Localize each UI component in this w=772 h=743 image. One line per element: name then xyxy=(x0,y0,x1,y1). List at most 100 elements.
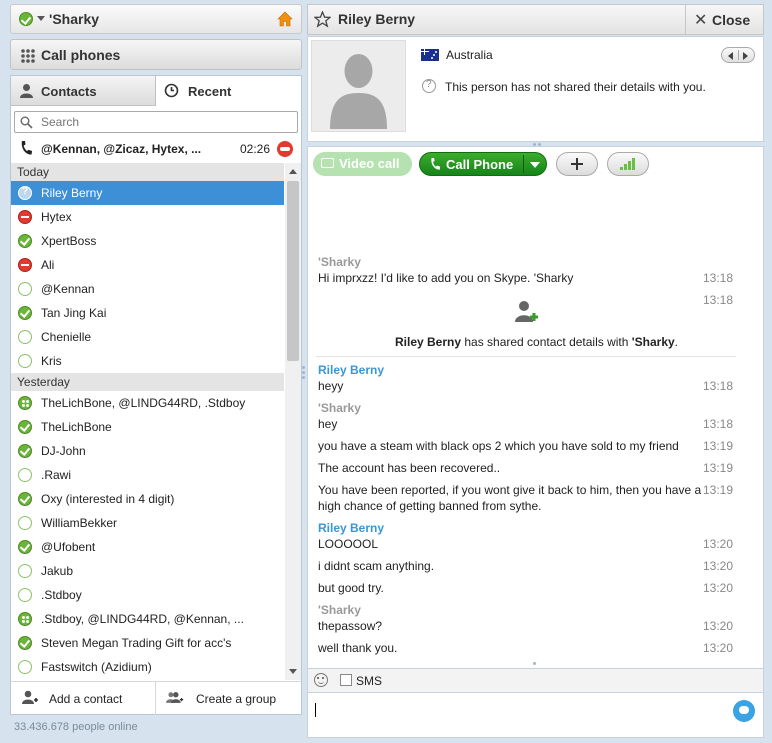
list-item[interactable]: .Rawi xyxy=(11,463,284,487)
call-phone-button[interactable]: Call Phone xyxy=(419,152,547,176)
message-time: 13:19 xyxy=(703,439,734,453)
online-status-icon[interactable] xyxy=(19,12,33,26)
contact-name: Steven Megan Trading Gift for acc's xyxy=(41,636,232,650)
splitter-handle-dot[interactable] xyxy=(302,376,305,379)
offline-status-icon xyxy=(18,516,32,530)
video-call-button[interactable]: Video call xyxy=(313,152,412,176)
list-item[interactable]: Jakub xyxy=(11,559,284,583)
arrow-right-icon[interactable] xyxy=(743,52,748,60)
splitter-handle-dot[interactable] xyxy=(302,371,305,374)
list-item[interactable]: XpertBoss xyxy=(11,229,284,253)
list-item[interactable]: DJ-John xyxy=(11,439,284,463)
splitter-handle[interactable] xyxy=(302,366,305,369)
active-call-row[interactable]: @Kennan, @Zicaz, Hytex, ... 02:26 xyxy=(11,137,301,161)
video-camera-icon xyxy=(321,158,334,168)
message-text: hey xyxy=(318,417,338,431)
online-status-icon xyxy=(18,306,32,320)
australia-flag-icon xyxy=(421,49,439,61)
close-button[interactable]: ✕ Close xyxy=(685,5,763,34)
list-item[interactable]: @Ufobent xyxy=(11,535,284,559)
message-text: You have been reported, if you wont give… xyxy=(318,483,702,497)
arrow-left-icon[interactable] xyxy=(728,52,733,60)
message-sender: 'Sharky xyxy=(318,255,361,269)
chevron-down-icon[interactable] xyxy=(530,162,540,168)
dnd-status-icon xyxy=(18,210,32,224)
home-icon[interactable] xyxy=(277,11,293,27)
call-quality-button[interactable] xyxy=(607,152,649,176)
divider xyxy=(316,356,736,357)
contact-profile: Australia This person has not shared the… xyxy=(307,36,764,142)
recent-contacts-list[interactable]: Today Riley Berny Hytex XpertBoss Ali @Kennan… xyxy=(11,163,301,680)
emoticon-icon[interactable] xyxy=(314,673,328,687)
tab-recent[interactable]: Recent xyxy=(156,76,301,106)
call-phone-label: Call Phone xyxy=(446,157,514,172)
shared-with-name: 'Sharky xyxy=(631,335,675,349)
dnd-status-icon xyxy=(18,258,32,272)
hang-up-icon[interactable] xyxy=(277,141,293,157)
create-group-button[interactable]: Create a group xyxy=(156,682,301,715)
list-item[interactable]: Fastswitch (Azidium) xyxy=(11,655,284,679)
list-item[interactable]: .Stdboy xyxy=(11,583,284,607)
message-time: 13:20 xyxy=(703,641,734,655)
list-item[interactable]: TheLichBone xyxy=(11,415,284,439)
list-item[interactable]: Steven Megan Trading Gift for acc's xyxy=(11,631,284,655)
input-splitter-dot[interactable] xyxy=(533,662,536,665)
chat-history[interactable]: 'Sharky Hi imprxzz! I'd like to add you … xyxy=(307,180,764,668)
list-item[interactable]: Oxy (interested in 4 digit) xyxy=(11,487,284,511)
profile-nav-arrows[interactable] xyxy=(721,47,755,63)
list-item[interactable]: Ali xyxy=(11,253,284,277)
message-time: 13:18 xyxy=(703,271,734,285)
phone-icon xyxy=(21,141,32,155)
group-status-icon xyxy=(18,396,32,410)
favorite-star-icon[interactable] xyxy=(314,11,331,28)
contact-list-scrollbar[interactable] xyxy=(285,163,301,680)
contact-name: Tan Jing Kai xyxy=(41,306,107,320)
list-item[interactable]: Hytex xyxy=(11,205,284,229)
message-input[interactable] xyxy=(307,692,764,738)
offline-status-icon xyxy=(18,282,32,296)
contact-name: .Stdboy xyxy=(41,588,82,602)
close-icon: ✕ xyxy=(694,12,708,29)
conversation-title: Riley Berny xyxy=(338,11,416,27)
send-message-icon[interactable] xyxy=(733,700,755,722)
user-status-bar[interactable]: 'Sharky xyxy=(10,4,302,34)
search-box[interactable] xyxy=(14,111,298,133)
offline-status-icon xyxy=(18,354,32,368)
message-time: 13:20 xyxy=(703,581,734,595)
message-time: 13:20 xyxy=(703,619,734,633)
scroll-down-icon[interactable] xyxy=(289,669,297,674)
create-group-label: Create a group xyxy=(196,692,277,706)
search-input[interactable] xyxy=(41,114,291,130)
privacy-note: This person has not shared their details… xyxy=(445,80,706,94)
scroll-up-icon[interactable] xyxy=(289,169,297,174)
list-item[interactable]: @Kennan xyxy=(11,277,284,301)
conversation-header: Riley Berny ✕ Close xyxy=(307,4,764,35)
list-item[interactable]: WilliamBekker xyxy=(11,511,284,535)
list-item[interactable]: TheLichBone, @LINDG44RD, .Stdboy xyxy=(11,391,284,415)
call-phones-button[interactable]: Call phones xyxy=(10,39,302,70)
contact-actions-bar: Add a contact Create a group xyxy=(11,681,301,715)
online-status-icon xyxy=(18,492,32,506)
search-icon xyxy=(20,116,33,129)
offline-status-icon xyxy=(18,660,32,674)
list-item[interactable]: Tan Jing Kai xyxy=(11,301,284,325)
message-options-bar: SMS xyxy=(307,668,764,692)
add-contact-button[interactable]: Add a contact xyxy=(11,682,156,715)
add-to-conversation-button[interactable] xyxy=(556,152,598,176)
message-text: heyy xyxy=(318,379,344,393)
scrollbar-thumb[interactable] xyxy=(287,181,299,361)
list-item[interactable]: Kris xyxy=(11,349,284,373)
contact-name: .Stdboy, @LINDG44RD, @Kennan, ... xyxy=(41,612,244,626)
list-item[interactable]: .Stdboy, @LINDG44RD, @Kennan, ... xyxy=(11,607,284,631)
message-time: 13:20 xyxy=(703,559,734,573)
tab-contacts[interactable]: Contacts xyxy=(11,76,156,106)
sms-checkbox[interactable] xyxy=(340,674,352,686)
online-status-icon xyxy=(18,444,32,458)
offline-status-icon xyxy=(18,588,32,602)
contact-name: Fastswitch (Azidium) xyxy=(41,660,152,674)
list-item[interactable]: Chenielle xyxy=(11,325,284,349)
message-time: 13:18 xyxy=(703,293,734,307)
list-item[interactable]: Riley Berny xyxy=(11,181,284,205)
message-time: 13:20 xyxy=(703,537,734,551)
chevron-down-icon[interactable] xyxy=(37,16,45,21)
